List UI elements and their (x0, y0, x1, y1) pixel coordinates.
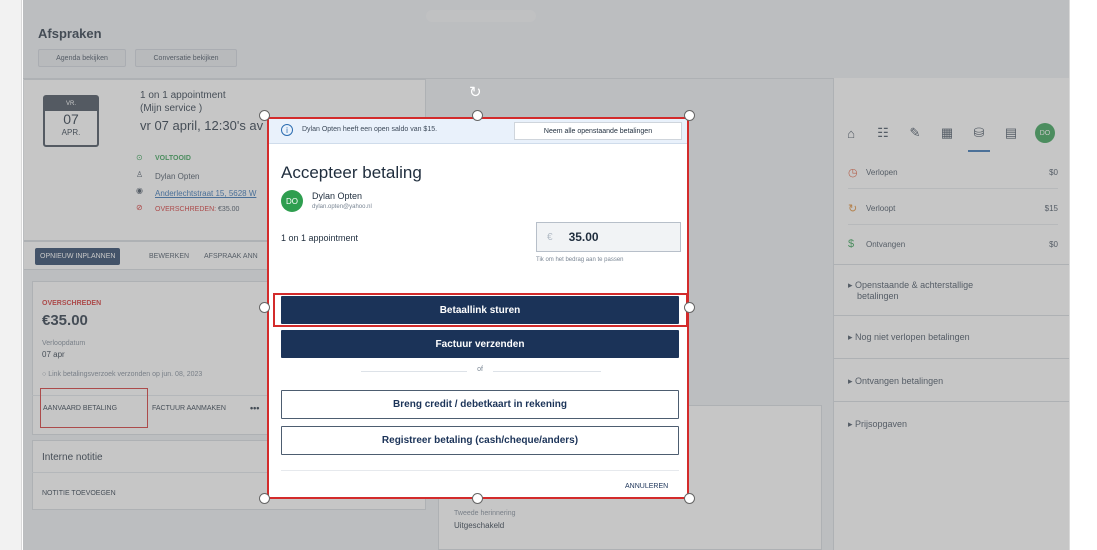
divider-text: of (467, 366, 493, 373)
contact-avatar: DO (281, 190, 303, 212)
amount-value: 35.00 (568, 230, 599, 244)
contact-email: dylan.opten@yahoo.nl (312, 204, 372, 210)
resize-handle[interactable] (684, 493, 695, 504)
resize-handle[interactable] (684, 110, 695, 121)
cancel-button[interactable]: ANNULEREN (625, 483, 668, 490)
info-text: Dylan Opten heeft een open saldo van $15… (302, 126, 438, 133)
resize-handle[interactable] (684, 302, 695, 313)
resize-handle[interactable] (259, 110, 270, 121)
amount-hint: Tik om het bedrag aan te passen (536, 257, 624, 263)
rotate-icon[interactable]: ↻ (469, 83, 482, 101)
accept-payment-modal: i Dylan Opten heeft een open saldo van $… (267, 117, 689, 499)
resize-handle[interactable] (472, 493, 483, 504)
amount-input[interactable]: € 35.00 (536, 222, 681, 252)
charge-card-button[interactable]: Breng credit / debetkaart in rekening (281, 390, 679, 419)
right-gutter (1069, 0, 1097, 550)
currency-symbol: € (547, 231, 553, 243)
line-item-name: 1 on 1 appointment (281, 233, 359, 243)
info-icon: i (281, 124, 293, 136)
send-paylink-button[interactable]: Betaallink sturen (281, 296, 679, 324)
register-payment-button[interactable]: Registreer betaling (cash/cheque/anders) (281, 426, 679, 455)
divider (281, 470, 679, 471)
resize-handle[interactable] (472, 110, 483, 121)
info-banner: i Dylan Opten heeft een open saldo van $… (269, 119, 687, 144)
modal-title: Accepteer betaling (281, 163, 422, 182)
resize-handle[interactable] (259, 302, 270, 313)
send-invoice-button[interactable]: Factuur verzenden (281, 330, 679, 358)
left-gutter (0, 0, 22, 550)
contact-name: Dylan Opten (312, 191, 363, 201)
take-all-payments-button[interactable]: Neem alle openstaande betalingen (514, 122, 682, 140)
resize-handle[interactable] (259, 493, 270, 504)
